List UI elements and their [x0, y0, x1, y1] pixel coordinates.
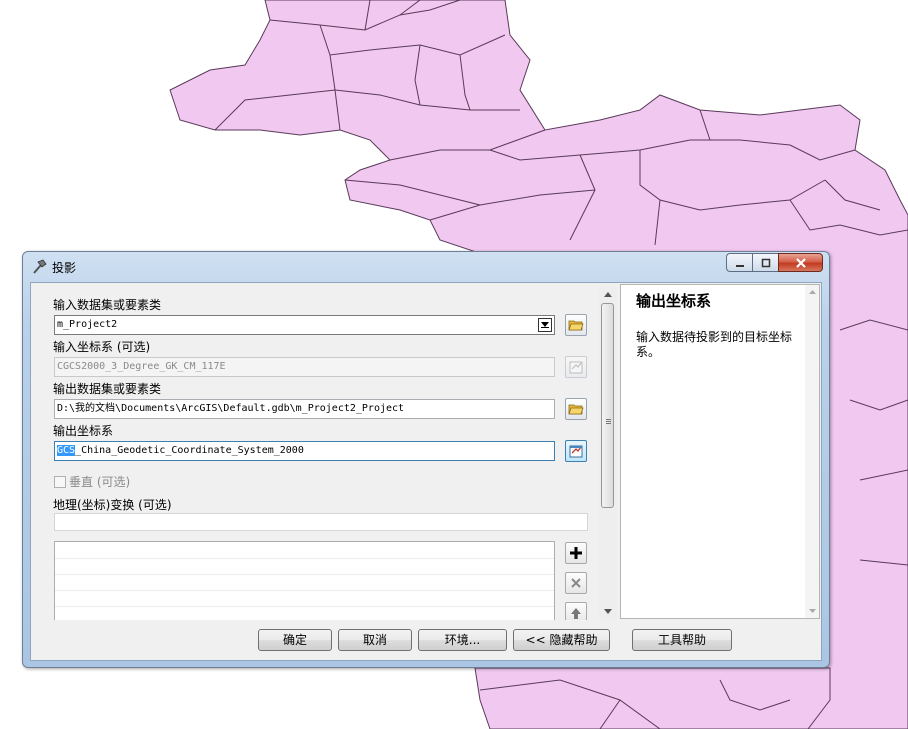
project-dialog: 投影 输入数据集或要素类 m_Project2 输入坐标系 (可选) CGCS2…	[22, 251, 830, 668]
list-row-divider	[55, 558, 554, 559]
scroll-down-arrow[interactable]	[599, 603, 616, 620]
input-dataset-label: 输入数据集或要素类	[53, 298, 162, 312]
parameter-scrollbar[interactable]	[599, 286, 616, 620]
maximize-icon	[761, 258, 770, 267]
transformation-list[interactable]	[54, 541, 555, 620]
minimize-button[interactable]	[726, 253, 752, 272]
output-cs-field[interactable]: GCS_China_Geodetic_Coordinate_System_200…	[54, 441, 555, 461]
output-cs-value: _China_Geodetic_Coordinate_System_2000	[75, 445, 304, 456]
plus-icon	[570, 547, 582, 559]
window-controls	[726, 253, 823, 272]
help-scrollbar[interactable]	[805, 285, 819, 618]
chevron-down-icon	[541, 322, 549, 328]
dialog-client-area: 输入数据集或要素类 m_Project2 输入坐标系 (可选) CGCS2000…	[30, 282, 822, 661]
minimize-icon	[735, 264, 744, 267]
list-row-divider	[55, 574, 554, 575]
browse-output-button[interactable]	[565, 398, 587, 420]
help-title: 输出坐标系	[636, 292, 712, 310]
scrollbar-thumb[interactable]	[601, 303, 614, 508]
help-pane: 输出坐标系 输入数据待投影到的目标坐标系。	[620, 284, 820, 619]
output-dataset-label: 输出数据集或要素类	[53, 382, 162, 396]
help-body: 输入数据待投影到的目标坐标系。	[636, 330, 793, 359]
triangle-down-icon	[603, 609, 612, 614]
hammer-icon	[30, 258, 48, 276]
scroll-up-arrow[interactable]	[599, 286, 616, 303]
move-up-button[interactable]	[565, 602, 587, 620]
output-dataset-field[interactable]: D:\我的文档\Documents\ArcGIS\Default.gdb\m_P…	[54, 399, 555, 419]
transformation-input[interactable]	[54, 513, 588, 531]
output-cs-label: 输出坐标系	[53, 424, 114, 438]
window-title: 投影	[52, 261, 77, 275]
output-dataset-value: D:\我的文档\Documents\ArcGIS\Default.gdb\m_P…	[57, 403, 405, 414]
add-row-button[interactable]	[565, 542, 587, 564]
spatial-reference-icon	[569, 445, 583, 458]
input-cs-field: CGCS2000_3_Degree_GK_CM_117E	[54, 357, 555, 377]
dropdown-button[interactable]	[538, 318, 552, 332]
map-region-south	[474, 667, 831, 729]
open-folder-icon	[568, 320, 584, 331]
tool-help-button[interactable]: 工具帮助	[632, 629, 732, 651]
triangle-up-icon	[808, 290, 816, 294]
maximize-button[interactable]	[752, 253, 778, 272]
remove-row-button[interactable]	[565, 572, 587, 594]
ok-button[interactable]: 确定	[258, 629, 332, 651]
close-button[interactable]	[778, 253, 823, 272]
spatial-reference-icon	[569, 361, 583, 374]
input-dataset-value: m_Project2	[57, 319, 118, 330]
arrow-up-icon	[571, 608, 581, 619]
parameter-pane: 输入数据集或要素类 m_Project2 输入坐标系 (可选) CGCS2000…	[32, 284, 616, 620]
hide-help-button[interactable]: << 隐藏帮助	[513, 629, 610, 651]
vertical-option[interactable]: 垂直 (可选)	[54, 473, 130, 490]
close-icon	[795, 257, 806, 268]
title-bar[interactable]: 投影	[23, 252, 829, 280]
delete-icon	[571, 578, 581, 588]
browse-input-button[interactable]	[565, 314, 587, 336]
list-row-divider	[55, 590, 554, 591]
input-cs-properties-button	[565, 356, 587, 378]
output-cs-properties-button[interactable]	[565, 440, 587, 462]
triangle-up-icon	[603, 292, 612, 297]
help-scroll-up-arrow[interactable]	[805, 285, 819, 299]
list-row-divider	[55, 606, 554, 607]
environments-button[interactable]: 环境...	[418, 629, 507, 651]
input-dataset-combo[interactable]: m_Project2	[54, 315, 555, 335]
scrollbar-grip	[606, 419, 611, 420]
vertical-checkbox[interactable]	[54, 475, 66, 488]
open-folder-icon	[568, 404, 584, 415]
input-cs-value: CGCS2000_3_Degree_GK_CM_117E	[57, 361, 226, 372]
help-scroll-down-arrow[interactable]	[805, 604, 819, 618]
vertical-label: 垂直 (可选)	[69, 475, 131, 489]
input-cs-label: 输入坐标系 (可选)	[53, 340, 151, 354]
cancel-button[interactable]: 取消	[338, 629, 412, 651]
output-cs-selected-text: GCS	[57, 445, 76, 456]
transformation-label: 地理(坐标)变换 (可选)	[53, 498, 172, 512]
triangle-down-icon	[808, 609, 816, 613]
